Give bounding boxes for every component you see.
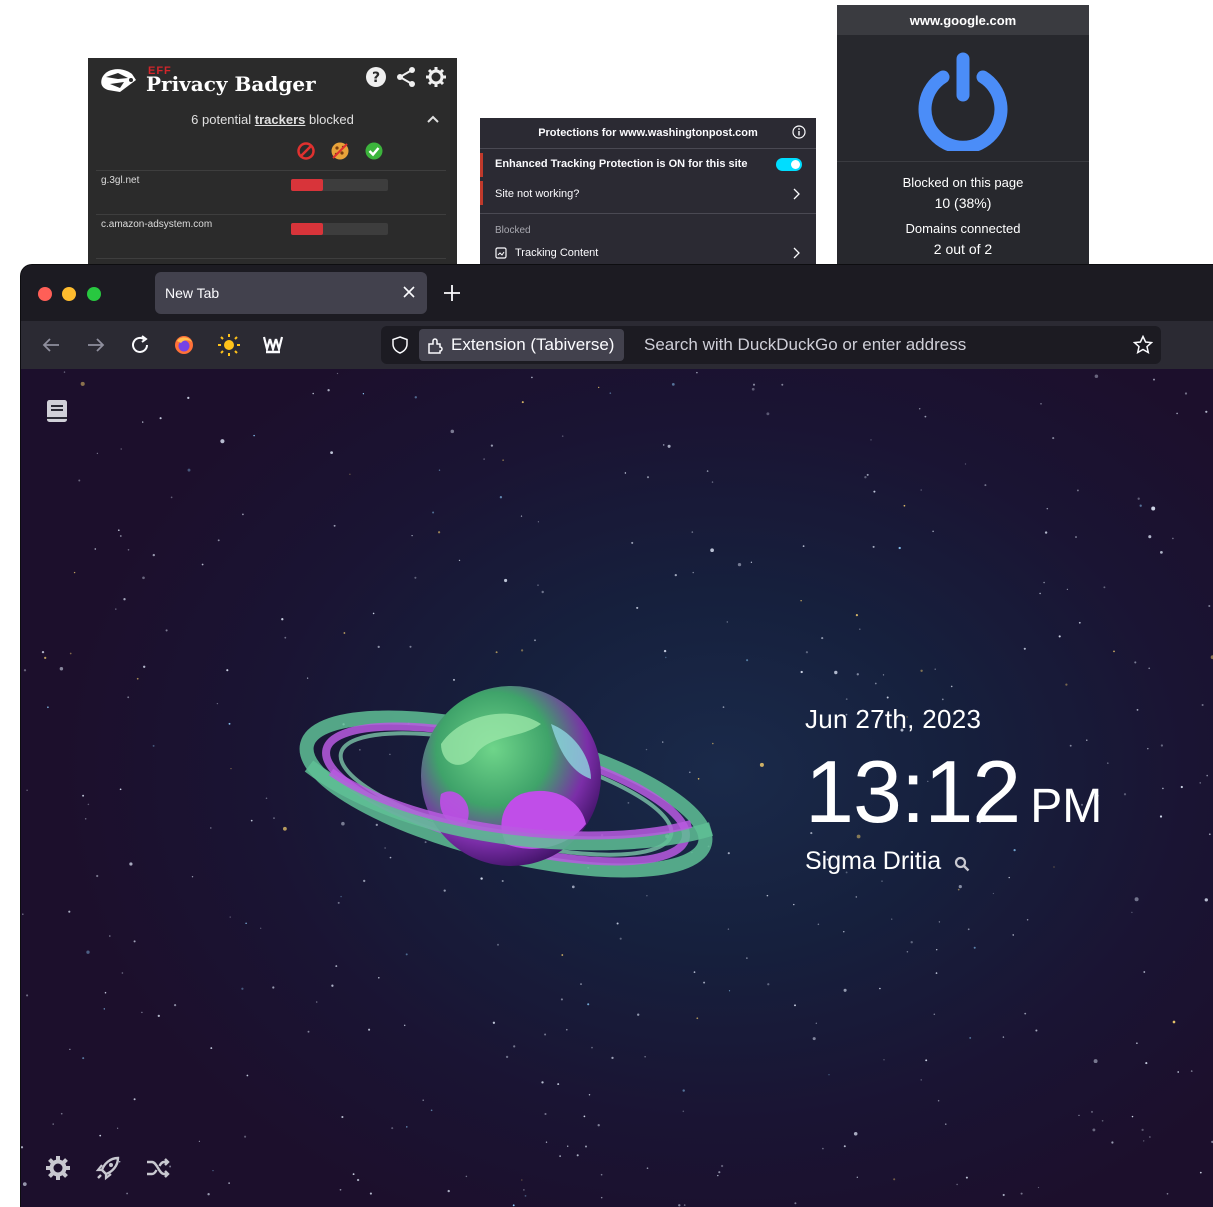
share-icon[interactable]	[395, 66, 417, 88]
location-label: Sigma Dritia	[805, 847, 941, 876]
tracker-domain: c.amazon-adsystem.com	[101, 219, 212, 230]
forward-icon[interactable]	[84, 333, 108, 357]
minimize-window-button[interactable]	[62, 287, 76, 301]
collapse-caret-icon[interactable]	[427, 114, 439, 124]
etp-row: Enhanced Tracking Protection is ON for t…	[480, 149, 816, 179]
tracker-domain: g.3gl.net	[101, 175, 139, 186]
shuffle-icon[interactable]	[144, 1154, 172, 1182]
maximize-window-button[interactable]	[87, 287, 101, 301]
trackers-link[interactable]: trackers	[255, 112, 306, 127]
help-icon[interactable]: ?	[365, 66, 387, 88]
tabiverse-icon[interactable]	[261, 333, 285, 357]
tracker-slider[interactable]	[291, 179, 388, 191]
svg-text:?: ?	[372, 70, 380, 86]
firefox-protections-popup: Protections for www.washingtonpost.com E…	[480, 118, 816, 265]
tab-bar: New Tab	[21, 265, 1213, 321]
location-row: Sigma Dritia	[805, 847, 1102, 876]
close-window-button[interactable]	[38, 287, 52, 301]
ampm-label: PM	[1030, 780, 1102, 833]
date-label: Jun 27th, 2023	[805, 704, 1102, 735]
time-display: 13:12PM	[805, 741, 1102, 843]
navigation-toolbar: Extension (Tabiverse)	[21, 321, 1213, 369]
close-tab-icon[interactable]	[401, 284, 417, 300]
browser-window: New Tab Extension (Tabiverse)	[21, 265, 1213, 1207]
tracker-row: g.3gl.net	[96, 170, 446, 213]
planet-illustration	[291, 684, 721, 904]
tracking-content-icon	[495, 247, 507, 259]
back-icon[interactable]	[39, 333, 63, 357]
power-icon[interactable]	[917, 51, 1009, 151]
protections-title: Protections for www.washingtonpost.com	[480, 118, 816, 149]
domains-value: 2 out of 2	[837, 241, 1089, 257]
blocked-value: 10 (38%)	[837, 195, 1089, 211]
summary-suffix: blocked	[309, 112, 354, 127]
blocked-section-label: Blocked	[480, 218, 816, 242]
time-value: 13:12	[805, 742, 1020, 841]
domains-label: Domains connected	[837, 221, 1089, 236]
badger-logo-icon	[98, 64, 138, 98]
book-icon[interactable]	[44, 398, 70, 424]
tracking-content-label: Tracking Content	[515, 247, 598, 259]
new-tab-icon[interactable]	[441, 282, 463, 304]
ddg-privacy-popup: www.google.com Blocked on this page 10 (…	[837, 5, 1089, 265]
extension-icon	[427, 336, 445, 354]
firefox-icon[interactable]	[172, 333, 196, 357]
address-bar[interactable]: Extension (Tabiverse)	[381, 326, 1161, 364]
chevron-right-icon	[792, 247, 800, 259]
etp-label: Enhanced Tracking Protection is ON for t…	[495, 158, 747, 170]
address-input[interactable]	[644, 326, 1114, 364]
tracking-content-row[interactable]: Tracking Content	[480, 242, 816, 264]
blocked-label: Blocked on this page	[837, 175, 1089, 190]
tracker-row-partial	[96, 258, 446, 265]
site-not-working-label: Site not working?	[495, 188, 579, 200]
privacy-badger-title: Privacy Badger	[146, 72, 316, 96]
allow-icon	[364, 141, 384, 161]
search-icon[interactable]	[953, 855, 971, 873]
summary-count: 6 potential	[191, 112, 251, 127]
clock-widget: Jun 27th, 2023 13:12PM Sigma Dritia	[805, 704, 1102, 876]
sun-icon[interactable]	[217, 333, 241, 357]
new-tab-page: Jun 27th, 2023 13:12PM Sigma Dritia	[21, 369, 1213, 1207]
info-icon[interactable]	[792, 125, 806, 139]
extension-chip-label: Extension (Tabiverse)	[451, 335, 614, 355]
etp-toggle[interactable]	[776, 158, 802, 171]
tracker-slider[interactable]	[291, 223, 388, 235]
rocket-icon[interactable]	[94, 1154, 122, 1182]
bookmark-star-icon[interactable]	[1133, 335, 1153, 355]
site-domain: www.google.com	[837, 5, 1089, 35]
tracker-row: c.amazon-adsystem.com	[96, 214, 446, 257]
privacy-badger-header: EFF Privacy Badger ?	[88, 58, 457, 102]
tab-title: New Tab	[165, 285, 219, 301]
extension-identity-chip[interactable]: Extension (Tabiverse)	[419, 329, 624, 361]
privacy-badger-popup: EFF Privacy Badger ? 6 poten	[88, 58, 457, 265]
tracker-legend	[296, 141, 384, 161]
block-icon	[296, 141, 316, 161]
shield-icon[interactable]	[391, 336, 409, 354]
settings-icon[interactable]	[44, 1154, 72, 1182]
cookie-icon	[330, 141, 350, 161]
reload-icon[interactable]	[128, 333, 152, 357]
chevron-right-icon	[792, 188, 800, 200]
site-not-working-row[interactable]: Site not working?	[480, 179, 816, 209]
tab-new-tab[interactable]: New Tab	[155, 272, 427, 314]
gear-icon[interactable]	[425, 66, 447, 88]
tracker-summary: 6 potential trackers blocked	[88, 112, 457, 127]
